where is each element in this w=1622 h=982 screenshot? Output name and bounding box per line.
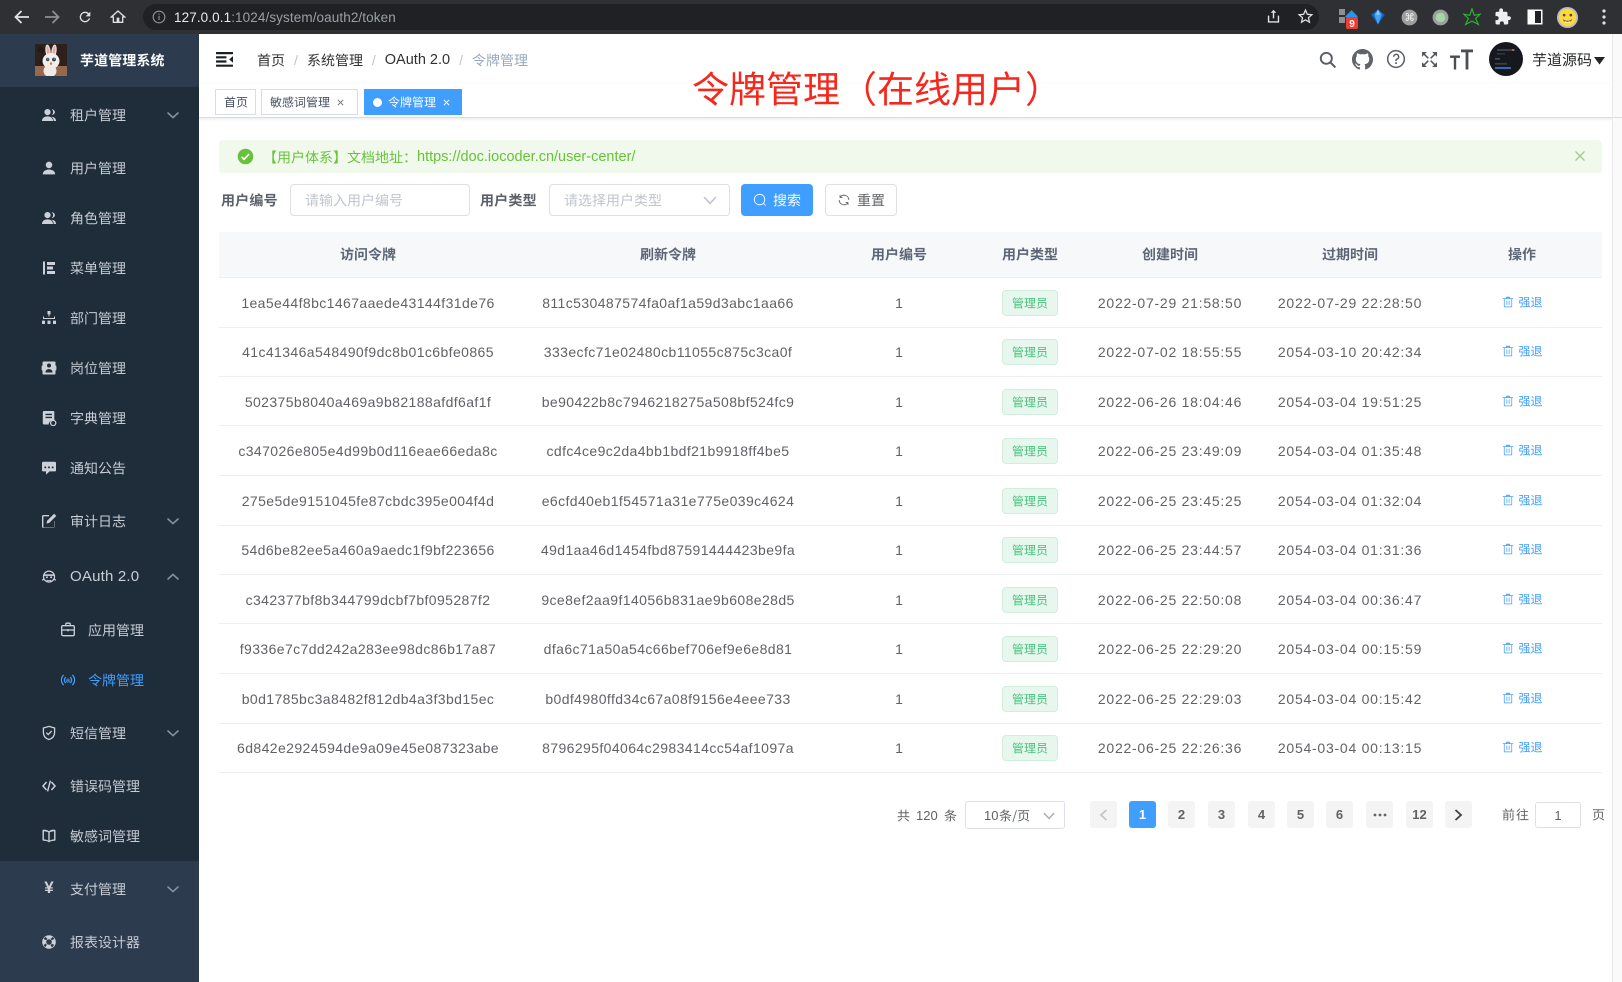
svg-text:9: 9 (1349, 19, 1355, 30)
svg-text:a: a (66, 678, 70, 685)
svg-text:⌘: ⌘ (1404, 13, 1414, 24)
